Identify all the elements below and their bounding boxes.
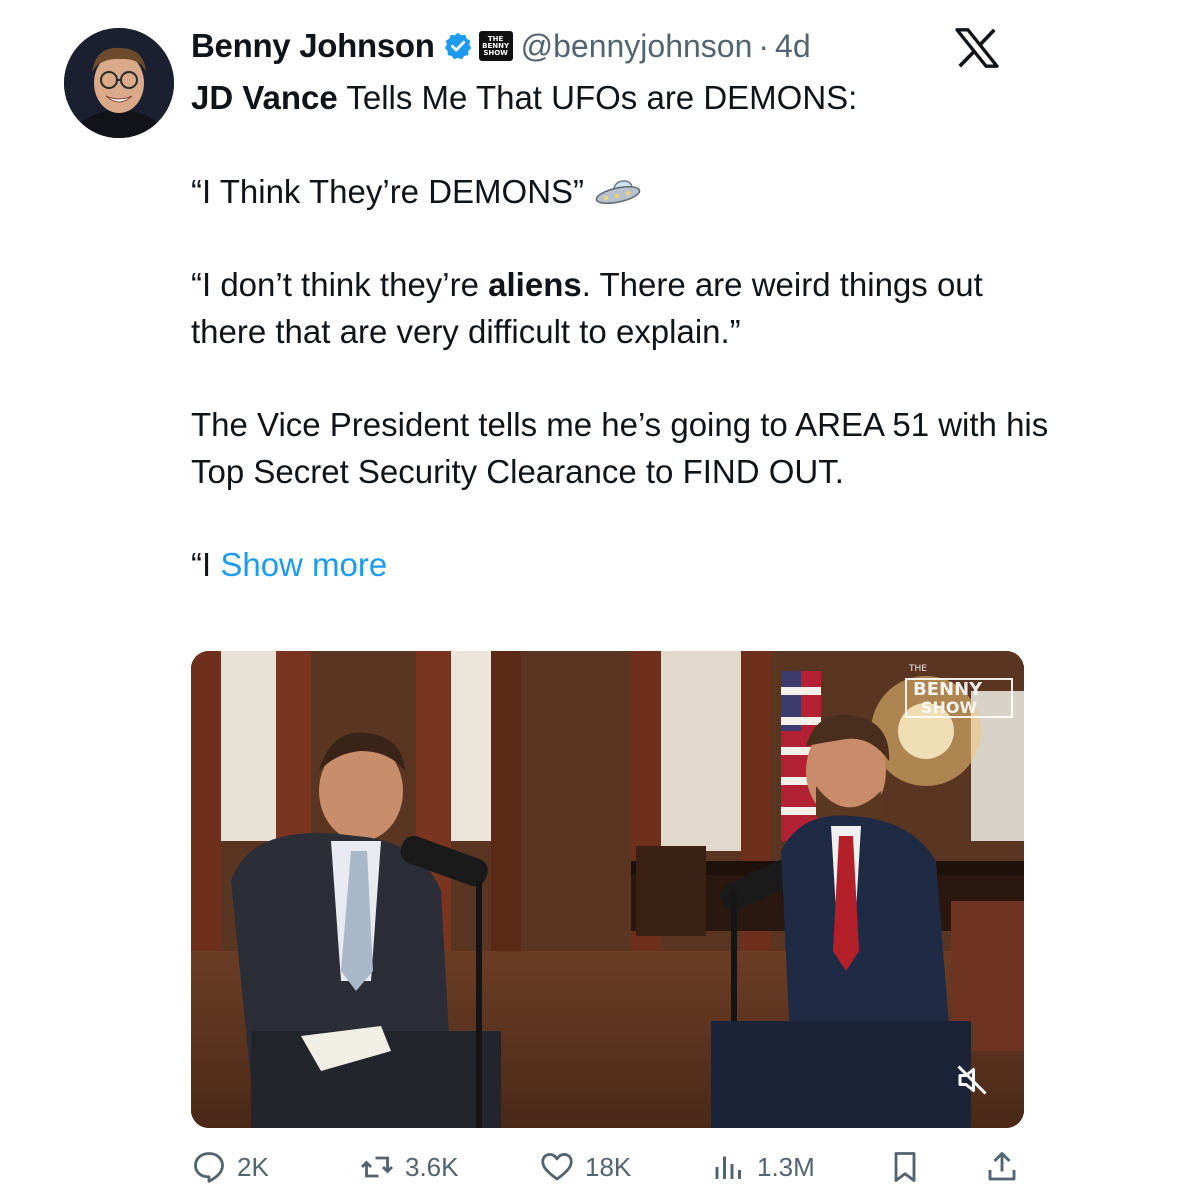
watermark-line-3: SHOW: [921, 698, 978, 717]
views-button[interactable]: 1.3M: [711, 1142, 815, 1192]
avatar[interactable]: [64, 28, 174, 138]
like-count: 18K: [585, 1151, 632, 1182]
watermark-line-2: BENNY: [913, 679, 983, 700]
watermark-line-1: THE: [908, 664, 927, 674]
tweet-quote-2: “I don’t think they’re aliens. There are…: [191, 266, 983, 350]
video-frame: THE BENNY SHOW: [191, 651, 1024, 1128]
author-display-name[interactable]: Benny Johnson: [191, 27, 435, 65]
share-button[interactable]: [984, 1142, 1020, 1192]
tweet-header: Benny Johnson THE BENNY SHOW @bennyjohns…: [191, 24, 811, 68]
bookmark-button[interactable]: [887, 1142, 923, 1192]
tweet-action-bar: 2K 3.6K 18K 1.3M: [191, 1142, 1026, 1192]
speaker-muted-icon[interactable]: [954, 1062, 990, 1098]
video-player[interactable]: THE BENNY SHOW: [191, 651, 1024, 1128]
verified-badge-icon[interactable]: [443, 31, 473, 61]
tweet-text: JD Vance Tells Me That UFOs are DEMONS: …: [191, 74, 1051, 588]
views-bar-chart-icon: [715, 1156, 741, 1179]
affiliation-badge[interactable]: THE BENNY SHOW: [478, 31, 513, 61]
avatar-image: [64, 28, 174, 138]
view-count: 1.3M: [757, 1151, 815, 1182]
tweet-truncated-line: “I Show more: [191, 546, 388, 583]
repost-icon: [360, 1156, 394, 1178]
reply-button[interactable]: 2K: [191, 1142, 269, 1192]
tweet-headline: JD Vance Tells Me That UFOs are DEMONS:: [191, 79, 858, 116]
share-icon: [988, 1152, 1016, 1181]
bookmark-icon: [894, 1152, 916, 1182]
repost-button[interactable]: 3.6K: [359, 1142, 459, 1192]
reply-count: 2K: [237, 1151, 269, 1182]
repost-count: 3.6K: [405, 1151, 459, 1182]
author-handle[interactable]: @bennyjohnson: [521, 28, 753, 65]
tweet-quote-1: “I Think They’re DEMONS”: [191, 168, 1051, 215]
affiliation-badge-text: THE BENNY SHOW: [482, 34, 510, 57]
separator-dot: ·: [758, 27, 770, 64]
x-logo-icon[interactable]: [955, 28, 999, 68]
show-more-link[interactable]: Show more: [220, 546, 387, 583]
heart-icon: [541, 1152, 573, 1181]
like-button[interactable]: 18K: [539, 1142, 631, 1192]
tweet-timestamp[interactable]: 4d: [775, 28, 811, 65]
tweet-paragraph-3: The Vice President tells me he’s going t…: [191, 406, 1049, 490]
flying-saucer-icon: [595, 180, 641, 204]
mention-jd-vance: JD Vance: [191, 79, 338, 116]
reply-icon: [194, 1152, 224, 1183]
